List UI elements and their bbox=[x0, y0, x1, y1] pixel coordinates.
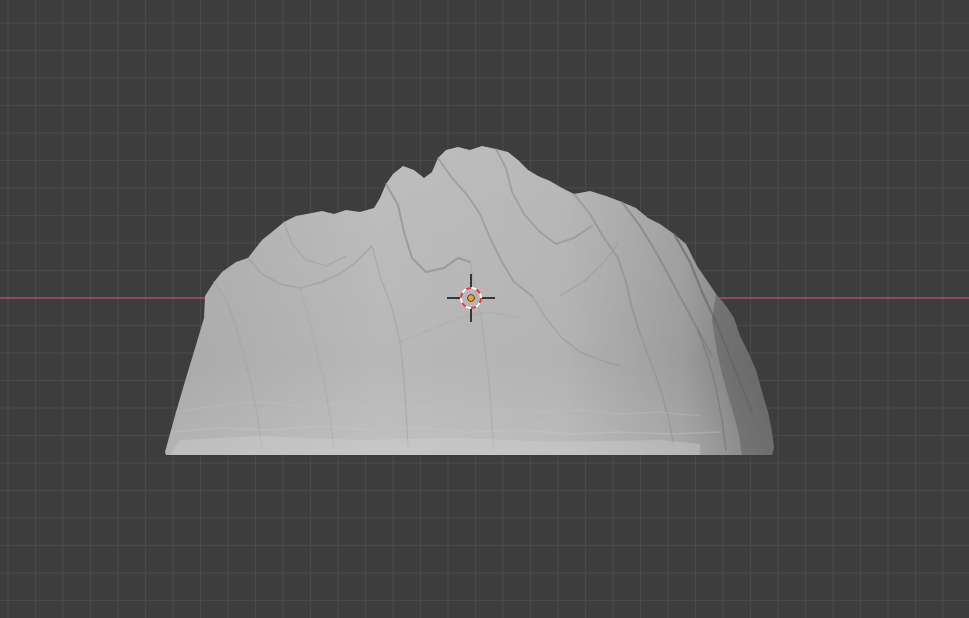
object-origin-dot bbox=[467, 294, 475, 302]
viewport-canvas[interactable] bbox=[0, 0, 969, 618]
3d-viewport[interactable] bbox=[0, 0, 969, 618]
